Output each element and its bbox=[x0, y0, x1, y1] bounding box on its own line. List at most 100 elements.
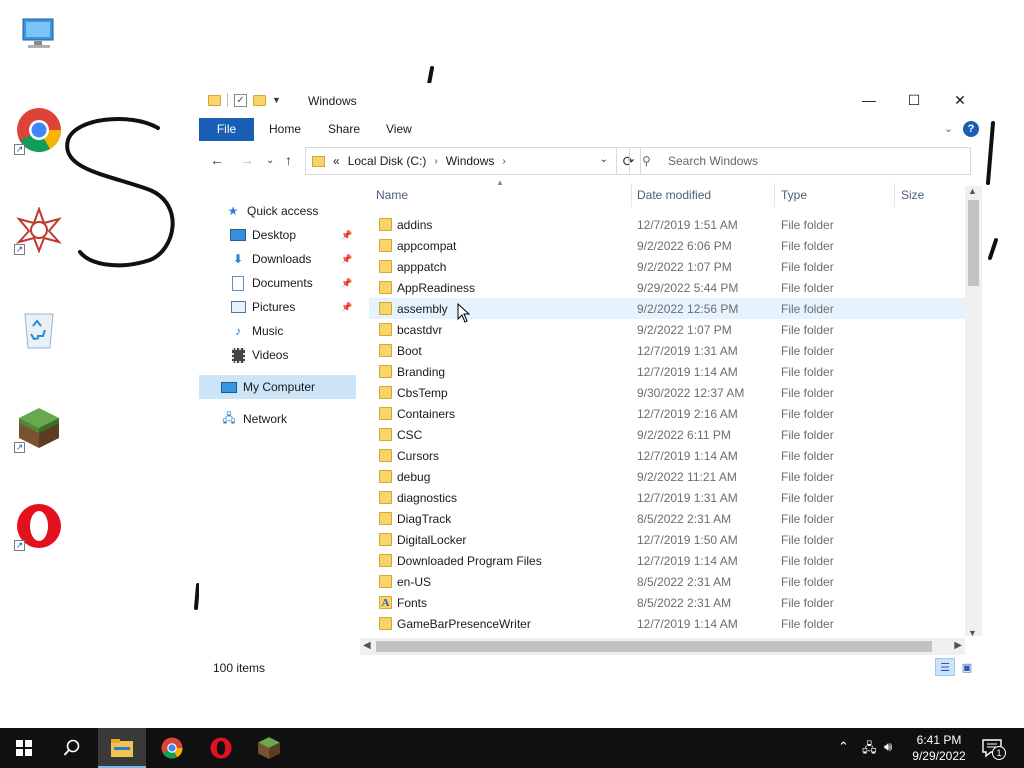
file-date-modified: 9/2/2022 11:21 AM bbox=[637, 470, 737, 484]
table-row[interactable]: AppReadiness 9/29/2022 5:44 PM File folder bbox=[369, 277, 965, 298]
table-row[interactable]: Branding 12/7/2019 1:14 AM File folder bbox=[369, 361, 965, 382]
navigation-bar: ← → ⌄ ↑ « Local Disk (C:) › Windows › ⌄ … bbox=[199, 143, 986, 179]
nav-item-network[interactable]: 🖧 Network bbox=[199, 407, 356, 431]
chrome-desktop-icon[interactable]: ↗ bbox=[12, 103, 66, 157]
nav-item-quick-access[interactable]: ★ Quick access bbox=[199, 199, 356, 223]
opera-desktop-icon[interactable]: ↗ bbox=[12, 499, 66, 553]
table-row[interactable]: debug 9/2/2022 11:21 AM File folder bbox=[369, 466, 965, 487]
close-button[interactable]: ✕ bbox=[937, 83, 983, 117]
maximize-button[interactable]: ☐ bbox=[891, 83, 937, 117]
table-row[interactable]: Containers 12/7/2019 2:16 AM File folder bbox=[369, 403, 965, 424]
network-status-icon[interactable]: 🖧 bbox=[862, 739, 877, 761]
column-header-size[interactable]: Size bbox=[901, 188, 924, 202]
folder-icon[interactable] bbox=[208, 94, 221, 106]
column-header-type[interactable]: Type bbox=[781, 188, 807, 202]
scroll-right-arrow-icon[interactable]: ▶ bbox=[954, 640, 962, 651]
folder-icon bbox=[379, 575, 392, 588]
recycle-bin-desktop-icon[interactable] bbox=[12, 301, 66, 355]
nav-item-downloads[interactable]: ⬇ Downloads 📌 bbox=[199, 247, 356, 271]
table-row[interactable]: Boot 12/7/2019 1:31 AM File folder bbox=[369, 340, 965, 361]
table-row[interactable]: addins 12/7/2019 1:51 AM File folder bbox=[369, 214, 965, 235]
details-view-button[interactable]: ☰ bbox=[935, 658, 955, 676]
this-pc-desktop-icon[interactable] bbox=[12, 6, 66, 60]
file-date-modified: 9/30/2022 12:37 AM bbox=[637, 386, 745, 400]
tab-home[interactable]: Home bbox=[269, 118, 301, 141]
table-row[interactable]: CSC 9/2/2022 6:11 PM File folder bbox=[369, 424, 965, 445]
vertical-scrollbar[interactable]: ▲ ▼ bbox=[965, 186, 982, 638]
table-row[interactable]: A Fonts 8/5/2022 2:31 AM File folder bbox=[369, 592, 965, 613]
table-row[interactable]: Cursors 12/7/2019 1:14 AM File folder bbox=[369, 445, 965, 466]
large-icons-view-button[interactable]: ▣ bbox=[957, 658, 977, 676]
folder-icon bbox=[379, 554, 392, 567]
table-row[interactable]: apppatch 9/2/2022 1:07 PM File folder bbox=[369, 256, 965, 277]
table-row[interactable]: DiagTrack 8/5/2022 2:31 AM File folder bbox=[369, 508, 965, 529]
column-divider[interactable] bbox=[774, 183, 775, 207]
new-folder-icon[interactable] bbox=[253, 94, 266, 106]
scroll-down-arrow-icon[interactable]: ▼ bbox=[968, 628, 977, 638]
minecraft-desktop-icon[interactable]: ↗ bbox=[12, 401, 66, 455]
table-row[interactable]: CbsTemp 9/30/2022 12:37 AM File folder bbox=[369, 382, 965, 403]
maple-desktop-icon[interactable]: ↗ bbox=[12, 203, 66, 257]
folder-icon bbox=[379, 470, 392, 483]
scrollbar-thumb[interactable] bbox=[968, 200, 979, 286]
scrollbar-thumb[interactable] bbox=[376, 641, 932, 652]
notification-count-badge: 1 bbox=[992, 746, 1006, 760]
shortcut-arrow-icon: ↗ bbox=[14, 442, 25, 453]
column-divider[interactable] bbox=[894, 183, 895, 207]
nav-item-documents[interactable]: Documents 📌 bbox=[199, 271, 356, 295]
nav-item-my-computer[interactable]: My Computer bbox=[199, 375, 356, 399]
search-box[interactable]: ⚲ bbox=[629, 147, 971, 175]
nav-item-videos[interactable]: Videos bbox=[199, 343, 356, 367]
table-row[interactable]: GameBarPresenceWriter 12/7/2019 1:14 AM Fi… bbox=[369, 613, 965, 634]
column-header-date-modified[interactable]: Date modified bbox=[637, 188, 711, 202]
search-input[interactable] bbox=[668, 154, 968, 168]
recent-locations-chevron-icon[interactable]: ⌄ bbox=[266, 155, 274, 166]
breadcrumb-local-disk[interactable]: Local Disk (C:) bbox=[348, 154, 427, 168]
show-hidden-icons-chevron-icon[interactable]: ⌃ bbox=[838, 739, 849, 755]
breadcrumb-overflow[interactable]: « bbox=[333, 154, 340, 168]
taskbar-minecraft[interactable] bbox=[245, 728, 293, 768]
tab-view[interactable]: View bbox=[386, 118, 412, 141]
properties-icon[interactable]: ✓ bbox=[234, 93, 247, 107]
breadcrumb-separator-icon[interactable]: › bbox=[502, 156, 505, 167]
breadcrumb-windows[interactable]: Windows bbox=[446, 154, 495, 168]
file-name: GameBarPresenceWriter bbox=[397, 617, 531, 631]
expand-ribbon-chevron-icon[interactable]: ⌄ bbox=[944, 122, 953, 135]
table-row[interactable]: Downloaded Program Files 12/7/2019 1:14 A… bbox=[369, 550, 965, 571]
up-arrow-icon[interactable]: ↑ bbox=[285, 152, 292, 168]
table-row[interactable]: DigitalLocker 12/7/2019 1:50 AM File folde… bbox=[369, 529, 965, 550]
folder-icon bbox=[379, 218, 392, 231]
computer-icon bbox=[221, 379, 237, 395]
help-button[interactable]: ? bbox=[963, 121, 979, 137]
file-type: File folder bbox=[781, 554, 834, 568]
table-row[interactable]: en-US 8/5/2022 2:31 AM File folder bbox=[369, 571, 965, 592]
tab-file[interactable]: File bbox=[199, 118, 254, 141]
address-bar[interactable]: « Local Disk (C:) › Windows › ⌄ bbox=[305, 147, 617, 175]
taskbar-chrome[interactable] bbox=[148, 728, 196, 768]
start-button[interactable] bbox=[0, 728, 48, 768]
address-history-chevron-icon[interactable]: ⌄ bbox=[600, 154, 608, 165]
nav-item-pictures[interactable]: Pictures 📌 bbox=[199, 295, 356, 319]
table-row[interactable]: appcompat 9/2/2022 6:06 PM File folder bbox=[369, 235, 965, 256]
column-divider[interactable] bbox=[631, 183, 632, 207]
horizontal-scrollbar[interactable]: ◀ ▶ bbox=[360, 638, 965, 655]
breadcrumb-separator-icon[interactable]: › bbox=[434, 156, 437, 167]
volume-icon[interactable]: 🔊︎ bbox=[884, 739, 892, 755]
scroll-up-arrow-icon[interactable]: ▲ bbox=[968, 186, 977, 196]
nav-item-desktop[interactable]: Desktop 📌 bbox=[199, 223, 356, 247]
nav-item-music[interactable]: ♪ Music bbox=[199, 319, 356, 343]
taskbar-file-explorer[interactable] bbox=[98, 728, 146, 768]
title-bar[interactable]: ✓ ▼ Windows — ☐ ✕ bbox=[199, 83, 986, 117]
tab-share[interactable]: Share bbox=[328, 118, 360, 141]
system-clock[interactable]: 6:41 PM 9/29/2022 bbox=[902, 732, 976, 764]
forward-arrow-icon[interactable]: → bbox=[240, 152, 254, 168]
customize-toolbar-chevron-icon[interactable]: ▼ bbox=[272, 95, 281, 105]
taskbar-opera[interactable] bbox=[197, 728, 245, 768]
table-row[interactable]: diagnostics 12/7/2019 1:31 AM File folder bbox=[369, 487, 965, 508]
minimize-button[interactable]: — bbox=[846, 83, 892, 117]
file-name: Boot bbox=[397, 344, 422, 358]
scroll-left-arrow-icon[interactable]: ◀ bbox=[363, 640, 371, 651]
column-header-name[interactable]: Name bbox=[376, 188, 408, 202]
taskbar-search-button[interactable] bbox=[48, 728, 96, 768]
back-arrow-icon[interactable]: ← bbox=[210, 152, 224, 168]
